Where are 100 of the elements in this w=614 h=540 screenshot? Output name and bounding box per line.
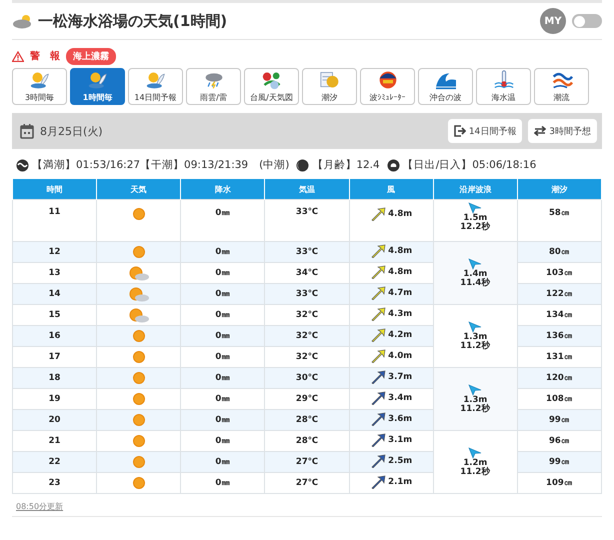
wind-arrow-icon: [370, 207, 386, 221]
table-cell: 120㎝: [517, 368, 602, 388]
toggle-switch[interactable]: [572, 14, 602, 28]
wind-arrow-icon: [370, 348, 386, 362]
nav-tab[interactable]: 潮汐: [302, 68, 357, 105]
table-cell: 16: [12, 326, 97, 346]
date-label: 8月25日(火): [40, 124, 103, 138]
table-cell: 30℃: [264, 368, 350, 388]
tide-info-text: 【満潮】01:53/16:27【干潮】09:13/21:39 (中潮): [32, 158, 290, 172]
table-cell: 0㎜: [180, 284, 265, 304]
column-header: 降水: [180, 179, 265, 200]
sun-icon: [132, 245, 146, 259]
wind-arrow-icon: [370, 432, 386, 446]
table-cell: 0㎜: [180, 452, 265, 472]
wind-arrow-icon: [370, 264, 386, 278]
table-cell: 11: [12, 200, 97, 242]
sun-icon: [132, 434, 146, 448]
wind-speed: 4.8m: [388, 266, 412, 276]
wind-arrow-icon: [370, 454, 386, 468]
warning-label: 警 報: [30, 50, 60, 63]
table-cell: 0㎜: [180, 242, 265, 262]
table-cell: 20: [12, 410, 97, 430]
wave-height: 1.4m: [463, 270, 488, 279]
wind-speed: 4.8m: [388, 209, 412, 219]
wind-arrow-icon: [370, 306, 386, 320]
wave-direction-icon: [468, 258, 482, 270]
wind-speed: 2.1m: [388, 476, 412, 486]
wave-period: 11.4秒: [460, 279, 490, 288]
table-cell: 33℃: [264, 284, 350, 304]
forecast-button[interactable]: 3時間予想: [528, 119, 597, 143]
tide-info-text: 【月齢】12.4: [312, 158, 380, 172]
page-title: 一松海水浴場の天気(1時間): [38, 12, 228, 30]
wave-height: 1.5m: [463, 214, 488, 223]
nav-tab[interactable]: 雨雲/雷: [186, 68, 241, 105]
nav-tab[interactable]: 波ｼﾐｭﾚｰﾀｰ: [360, 68, 415, 105]
swap-arrows-icon: [534, 125, 546, 137]
table-cell: 27℃: [264, 472, 350, 494]
table-cell: 0㎜: [180, 368, 265, 388]
wind-arrow-icon: [370, 412, 386, 426]
wind-speed: 2.5m: [388, 456, 412, 466]
table-cell: 99㎝: [517, 410, 602, 430]
wind-arrow-icon: [370, 390, 386, 404]
tide-icon: [16, 158, 29, 172]
column-header: 潮汐: [517, 179, 602, 200]
nav-tab[interactable]: 3時間毎: [12, 68, 67, 105]
sun-icon: [132, 329, 146, 343]
forecast-button[interactable]: 14日間予報: [448, 119, 522, 143]
sun-cloud-icon: [128, 286, 150, 302]
cloud-sun-icon: [12, 13, 34, 29]
sun-icon: [132, 392, 146, 406]
wind-speed: 4.8m: [388, 246, 412, 256]
nav-tab[interactable]: 海水温: [476, 68, 531, 105]
wind-speed: 3.1m: [388, 434, 412, 444]
wind-arrow-icon: [370, 328, 386, 342]
table-cell: 27℃: [264, 452, 350, 472]
nav-tab[interactable]: 潮流: [534, 68, 589, 105]
table-cell: 12: [12, 242, 97, 262]
wave-height: 1.3m: [463, 396, 488, 405]
sunrise-icon: [386, 158, 400, 172]
wind-speed: 3.7m: [388, 372, 412, 382]
wave-direction-icon: [468, 447, 482, 460]
warning-icon: [12, 50, 24, 62]
exit-icon: [454, 125, 466, 137]
table-cell: 14: [12, 284, 97, 304]
column-header: 風: [349, 179, 434, 200]
sun-cloud-icon: [128, 308, 150, 322]
nav-tab[interactable]: 台風/天気図: [244, 68, 299, 105]
nav-tab[interactable]: 14日間予報: [128, 68, 183, 105]
column-header: 時間: [12, 179, 97, 200]
sun-icon: [132, 207, 146, 221]
wave-direction-icon: [468, 202, 482, 214]
sun-icon: [132, 476, 146, 490]
nav-tab[interactable]: 沖合の波: [418, 68, 473, 105]
wave-direction-icon: [468, 384, 482, 396]
table-cell: 80㎝: [517, 242, 602, 262]
sun-icon: [132, 371, 146, 385]
wave-height: 1.3m: [463, 333, 488, 342]
nav-tab[interactable]: 1時間毎: [70, 68, 125, 105]
table-cell: 28℃: [264, 410, 350, 430]
table-cell: 122㎝: [517, 284, 602, 304]
table-cell: 0㎜: [180, 410, 265, 430]
column-header: 天気: [96, 179, 181, 200]
wind-speed: 3.4m: [388, 392, 412, 402]
table-cell: 0㎜: [180, 472, 265, 494]
column-header: 気温: [264, 179, 350, 200]
wave-direction-icon: [468, 321, 482, 334]
table-cell: 109㎝: [517, 472, 602, 494]
wave-period: 11.2秒: [460, 342, 490, 351]
column-header: 沿岸波浪: [433, 179, 518, 200]
wave-period: 12.2秒: [460, 222, 490, 232]
wind-speed: 4.7m: [388, 288, 412, 298]
wind-arrow-icon: [370, 370, 386, 384]
table-cell: 18: [12, 368, 97, 388]
warning-tag[interactable]: 海上濃霧: [66, 48, 116, 64]
wave-period: 11.2秒: [460, 405, 490, 414]
wind-arrow-icon: [370, 474, 386, 488]
update-time-link[interactable]: 08:50分更新: [16, 501, 64, 512]
table-cell: 22: [12, 452, 97, 472]
wave-period: 11.2秒: [460, 468, 490, 477]
wind-speed: 3.6m: [388, 414, 412, 424]
